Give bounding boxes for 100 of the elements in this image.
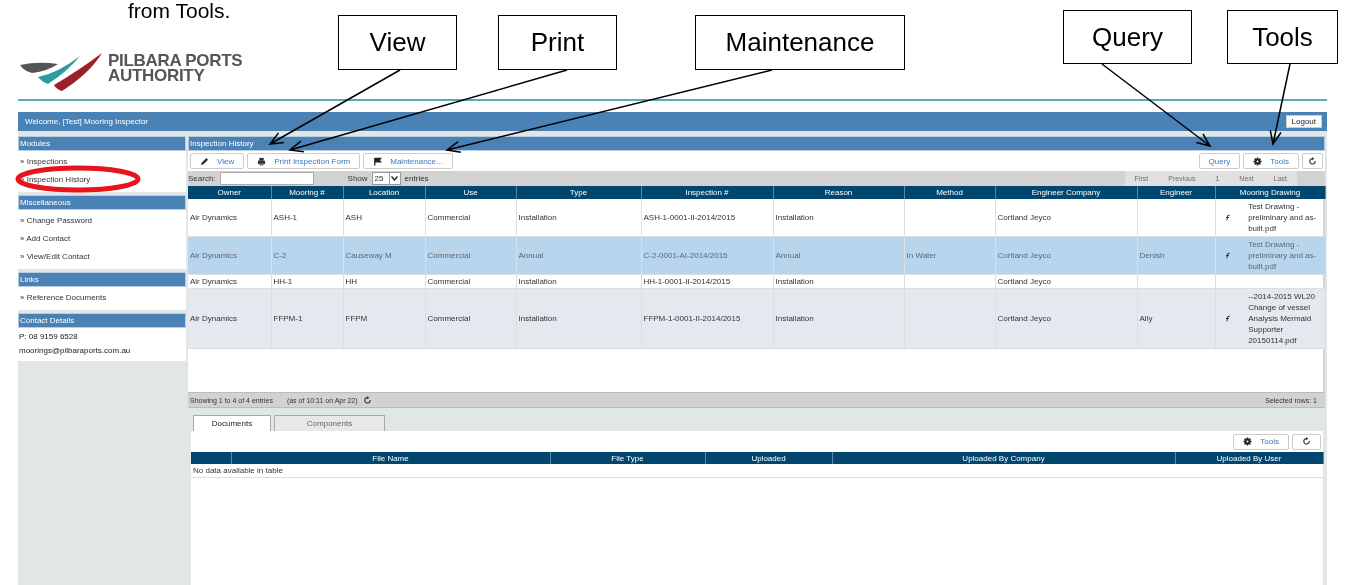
table-cell: ASH-1 xyxy=(271,199,343,237)
column-header[interactable]: Reason xyxy=(773,186,904,199)
page-size-dropdown[interactable]: 25 xyxy=(371,172,401,185)
table-cell: Ally xyxy=(1137,288,1215,349)
table-cell: FFPM-1-0001-II-2014/2015 xyxy=(641,288,773,349)
sidebar-link[interactable]: » View/Edit Contact xyxy=(18,248,186,266)
table-cell: Commercial xyxy=(425,274,516,289)
column-header[interactable]: File Name xyxy=(231,452,550,464)
column-header[interactable]: Engineer Company xyxy=(995,186,1137,199)
column-header[interactable]: Mooring Drawing xyxy=(1215,186,1325,199)
pencil-icon xyxy=(200,156,209,166)
toolbar-button[interactable]: Maintenance... xyxy=(363,153,453,169)
column-header[interactable]: Type xyxy=(516,186,641,199)
table-cell: In Water xyxy=(904,236,995,275)
section-header: Modules xyxy=(18,136,186,151)
refresh-icon xyxy=(362,395,372,405)
table-row[interactable]: Air Dynamics HH-1 HH Commercial Installation HH-1-0001-II-2014/2015 Installation Cortland Jeyco xyxy=(188,274,1325,289)
panel-title: Inspection History xyxy=(188,136,1325,151)
table-cell: Installation xyxy=(516,199,641,237)
column-header[interactable]: Uploaded xyxy=(705,452,832,464)
table-cell: Air Dynamics xyxy=(188,199,271,237)
toolbar-button[interactable]: Print Inspection Form xyxy=(247,153,361,169)
table-cell: Commercial xyxy=(425,199,516,237)
refresh-button[interactable] xyxy=(1302,153,1323,169)
table-cell: FFPM xyxy=(343,288,425,349)
logo-text: AUTHORITY xyxy=(108,68,206,83)
sidebar-link[interactable]: » Add Contact xyxy=(18,230,186,248)
column-header[interactable]: Location xyxy=(343,186,425,199)
column-header[interactable]: Mooring # xyxy=(271,186,343,199)
table-cell: Cortland Jeyco xyxy=(995,274,1137,289)
tab[interactable]: Components xyxy=(274,415,385,431)
table-cell: ASH-1-0001-II-2014/2015 xyxy=(641,199,773,237)
contact-text: moorings@pilbaraports.com.au xyxy=(18,345,132,357)
logout-button[interactable]: Logout xyxy=(1285,115,1322,128)
callout-box: View xyxy=(338,15,457,70)
table-cell: Commercial xyxy=(425,288,516,349)
table-cell: Installation xyxy=(773,288,904,349)
toolbar-button[interactable]: View xyxy=(190,153,245,169)
search-label: Search: xyxy=(188,174,216,183)
chevron-icon xyxy=(391,176,399,181)
refresh-icon xyxy=(1308,156,1317,166)
search-field[interactable] xyxy=(219,172,314,185)
drawing-link[interactable]: --2014-2015 WL20 Change of vessel Analysis Mermaid Supporter 20150114.pdf xyxy=(1248,291,1323,346)
sidebar-link[interactable]: » Inspections xyxy=(18,153,186,171)
table-cell: Air Dynamics xyxy=(188,274,271,289)
column-header[interactable]: Engineer xyxy=(1137,186,1215,199)
column-header[interactable]: File Type xyxy=(550,452,705,464)
table-cell: C-2 xyxy=(271,236,343,275)
link-icon xyxy=(1225,315,1231,322)
table-cell: Denish xyxy=(1137,236,1215,275)
toolbar-button[interactable]: Tools xyxy=(1243,153,1299,169)
section-header: Miscellaneous xyxy=(18,195,186,210)
column-header[interactable]: Inspection # xyxy=(641,186,773,199)
printer-icon xyxy=(257,156,267,166)
refresh-button[interactable] xyxy=(1292,433,1321,450)
table-cell: Installation xyxy=(516,274,641,289)
refresh-icon xyxy=(1302,437,1311,446)
sidebar-link[interactable]: » Change Password xyxy=(18,212,186,230)
table-cell: Commercial xyxy=(425,236,516,275)
column-header[interactable]: Uploaded By User xyxy=(1175,452,1323,464)
table-cell: Annual xyxy=(773,236,904,275)
link-icon xyxy=(1225,252,1231,259)
section-header: Links xyxy=(18,272,186,287)
table-cell: HH-1 xyxy=(271,274,343,289)
table-cell: FFPM-1 xyxy=(271,288,343,349)
callout-box: Print xyxy=(498,15,617,70)
callout-box: Query xyxy=(1063,10,1192,64)
column-header[interactable]: Use xyxy=(425,186,516,199)
sidebar-link[interactable]: » Inspection History xyxy=(18,171,186,189)
logo-text: PILBARA PORTS xyxy=(108,53,243,68)
column-header[interactable]: Method xyxy=(904,186,995,199)
table-cell: Air Dynamics xyxy=(188,288,271,349)
column-header[interactable]: Uploaded By Company xyxy=(832,452,1175,464)
table-cell: Installation xyxy=(773,199,904,237)
callout-box: Tools xyxy=(1227,10,1338,64)
flag-icon xyxy=(373,156,383,166)
table-cell: ASH xyxy=(343,199,425,237)
table-cell: Causeway M xyxy=(343,236,425,275)
document-text: from Tools. xyxy=(128,0,231,22)
drawing-link[interactable]: Test Drawing - preliminary and as-built.pdf xyxy=(1248,239,1323,272)
table-cell: Cortland Jeyco xyxy=(995,236,1137,275)
table-row[interactable]: Air Dynamics C-2 Causeway M Commercial Annual C-2-0001-AI-2014/2015 Annual In Water Cortland Jeyco Denish Test Drawing - preliminary and as-built.pdf xyxy=(188,236,1325,275)
empty-table-message: No data available in table xyxy=(191,464,1323,478)
section-header: Contact Details xyxy=(18,313,186,328)
show-label: Show xyxy=(347,174,368,183)
contact-text: P: 08 9159 6528 xyxy=(18,331,79,343)
table-cell: Annual xyxy=(516,236,641,275)
table-cell: Air Dynamics xyxy=(188,236,271,275)
drawing-link[interactable]: Test Drawing - preliminary and as-built.pdf xyxy=(1248,201,1323,234)
table-cell: Installation xyxy=(773,274,904,289)
welcome-text: Welcome, [Test] Mooring Inspector xyxy=(25,117,148,126)
gear-icon xyxy=(1243,437,1253,446)
column-header[interactable]: Owner xyxy=(188,186,271,199)
table-cell: Cortland Jeyco xyxy=(995,288,1137,349)
tab[interactable]: Documents xyxy=(193,415,271,431)
table-row[interactable]: Air Dynamics FFPM-1 FFPM Commercial Installation FFPM-1-0001-II-2014/2015 Installation Cortland Jeyco Ally --2014-2015 WL20 Change of vessel Analysis Mermaid Supporter 20150114.pdf xyxy=(188,288,1325,349)
toolbar-button[interactable]: Tools xyxy=(1233,433,1289,450)
table-row[interactable]: Air Dynamics ASH-1 ASH Commercial Installation ASH-1-0001-II-2014/2015 Installation Cortland Jeyco Test Drawing - preliminary and as-built.pdf xyxy=(188,199,1325,237)
toolbar-button[interactable]: Query xyxy=(1198,153,1241,169)
logo-icon xyxy=(18,51,104,93)
